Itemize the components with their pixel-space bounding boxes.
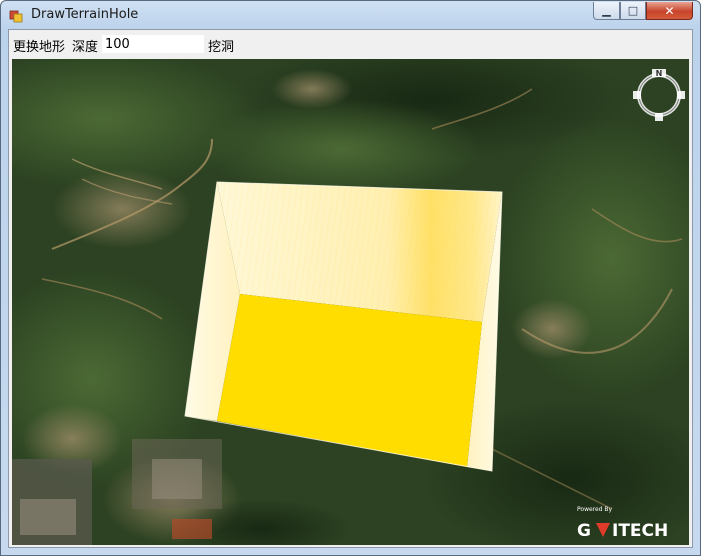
depth-label: 深度	[72, 40, 99, 55]
change-terrain-button[interactable]: 更换地形	[13, 36, 65, 55]
client-area: 更换地形 深度 挖洞	[8, 29, 693, 548]
dig-hole-button[interactable]: 挖洞	[208, 36, 234, 55]
terrain-scene: N Powered By G ITECH	[12, 59, 689, 545]
brand-powered-text: Powered By	[577, 506, 613, 513]
compass-north-label: N	[656, 69, 663, 78]
brand-itech-text: ITECH	[612, 521, 668, 541]
maximize-icon: □	[627, 4, 639, 17]
app-window: DrawTerrainHole ▁ □ ✕ 更换地形 深度 挖洞	[0, 0, 701, 556]
close-icon: ✕	[664, 3, 675, 18]
terrain-viewport[interactable]: N Powered By G ITECH	[12, 59, 689, 545]
maximize-button[interactable]: □	[620, 2, 646, 20]
app-icon	[9, 8, 23, 23]
minimize-icon: ▁	[602, 4, 611, 17]
brand-g-text: G	[577, 521, 591, 541]
window-title: DrawTerrainHole	[31, 7, 139, 22]
close-button[interactable]: ✕	[646, 2, 693, 20]
minimize-button[interactable]: ▁	[593, 2, 620, 20]
depth-input[interactable]	[102, 35, 204, 53]
title-bar[interactable]: DrawTerrainHole ▁ □ ✕	[1, 1, 700, 29]
toolbar: 更换地形 深度 挖洞	[9, 30, 692, 58]
